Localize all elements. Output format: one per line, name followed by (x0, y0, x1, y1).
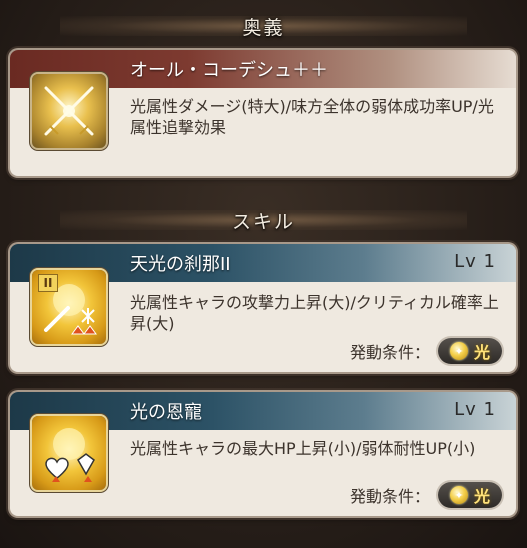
skill-1-name: 天光の刹那II (130, 254, 231, 275)
sword-attack-up-icon: II (32, 270, 106, 344)
skill-2-level: Lv 1 (454, 399, 496, 420)
skill-section-header: スキル (0, 200, 527, 240)
light-element-badge: ✦ 光 (438, 482, 502, 508)
skill-1-level: Lv 1 (454, 251, 496, 272)
skill-1-condition-label: 発動条件： (349, 343, 430, 362)
skill-2-condition-label: 発動条件： (349, 487, 430, 506)
ougi-card[interactable]: オール・コーデシュ＋＋ 光属性ダメージ(特大)/味方全体の弱体成功率UP/光属性… (10, 50, 516, 176)
skill-1-description: 光属性キャラの攻撃力上昇(大)/クリティカル確率上昇(大) (130, 293, 499, 333)
light-orb-icon: ✦ (449, 486, 468, 504)
light-orb-icon: ✦ (449, 342, 468, 360)
ougi-section-title: 奥義 (242, 16, 285, 39)
skill-2-condition-element: 光 (473, 487, 490, 506)
skill-1-roman-badge: II (38, 274, 58, 292)
heart-shield-icon (32, 416, 106, 490)
skill-card-2[interactable]: 光の恩寵 Lv 1 光属性キャラの最大HP上昇(小)/弱体耐性UP(小) 発動条… (10, 392, 516, 516)
crossed-swords-icon (32, 74, 106, 148)
ougi-description: 光属性ダメージ(特大)/味方全体の弱体成功率UP/光属性追撃効果 (130, 97, 494, 137)
skill-card-1[interactable]: 天光の刹那II Lv 1 II 光属性キャラの攻撃力上昇(大)/クリティカル確率… (10, 244, 516, 372)
skill-2-description: 光属性キャラの最大HP上昇(小)/弱体耐性UP(小) (130, 439, 476, 458)
ougi-name: オール・コーデシュ＋＋ (130, 60, 328, 81)
light-element-badge: ✦ 光 (438, 338, 502, 364)
skill-1-condition: 発動条件： ✦ 光 (350, 338, 502, 364)
skill-2-condition: 発動条件： ✦ 光 (350, 482, 502, 508)
skill-2-name: 光の恩寵 (130, 402, 202, 423)
skill-1-condition-element: 光 (473, 343, 490, 362)
skill-section-title: スキル (231, 210, 295, 233)
ougi-section-header: 奥義 (0, 6, 527, 46)
